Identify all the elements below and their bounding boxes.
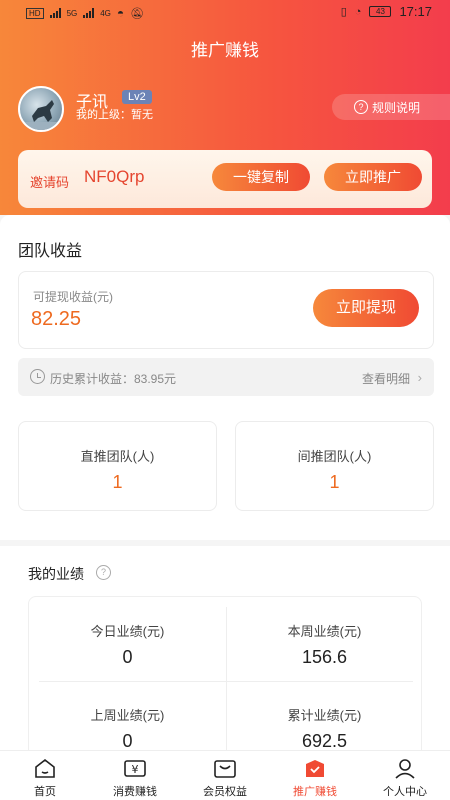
- direct-team-label: 直推团队(人): [80, 449, 155, 464]
- team-earnings-section: 团队收益 可提现收益(元) 82.25 立即提现 历史累计收益：83.95元 查…: [0, 215, 450, 540]
- promote-icon: [306, 760, 324, 777]
- perf-value: 0: [122, 731, 133, 751]
- 5g-label: 5G: [66, 8, 78, 18]
- wifi-icon: ◓: [116, 6, 125, 20]
- home-icon: [35, 758, 55, 778]
- indirect-team-box[interactable]: 间推团队(人) 1: [235, 421, 434, 511]
- this-week-performance: 本周业绩(元) 156.6: [226, 597, 423, 679]
- performance-card: 今日业绩(元) 0 本周业绩(元) 156.6 上周业绩(元) 0 累计业绩(元…: [28, 596, 422, 766]
- status-bar-right: ▯ ◔ 43 17:17: [341, 4, 432, 19]
- invite-card: 邀请码 NF0Qrp 一键复制 立即推广: [18, 150, 432, 208]
- question-icon[interactable]: ?: [96, 565, 111, 580]
- indirect-team-label: 间推团队(人): [297, 449, 372, 464]
- tab-promote-earn[interactable]: 推广赚钱: [270, 751, 360, 800]
- history-earnings-row[interactable]: 历史累计收益：83.95元 查看明细 ›: [18, 358, 434, 396]
- clock-icon: [30, 369, 45, 384]
- withdrawable-amount: 82.25: [31, 308, 82, 330]
- speed-icon: ◔: [354, 5, 362, 18]
- status-bar: HD 5G 4G ◓ 🔕︎ ▯ ◔ 43 17:17: [0, 0, 450, 26]
- withdrawable-label: 可提现收益(元): [33, 290, 113, 304]
- perf-label: 累计业绩(元): [287, 708, 362, 723]
- tab-home-label: 首页: [34, 786, 56, 798]
- 4g-label: 4G: [100, 8, 111, 18]
- today-performance: 今日业绩(元) 0: [29, 597, 226, 679]
- withdraw-card: 可提现收益(元) 82.25 立即提现: [18, 271, 434, 349]
- history-earnings-text: 历史累计收益：83.95元: [50, 372, 177, 386]
- svg-text:¥: ¥: [132, 763, 139, 776]
- avatar[interactable]: [18, 86, 64, 132]
- perf-label: 今日业绩(元): [90, 624, 165, 639]
- perf-label: 本周业绩(元): [287, 624, 362, 639]
- direct-team-value: 1: [112, 472, 123, 492]
- question-icon: ?: [354, 100, 368, 114]
- mute-icon: 🔕︎: [130, 7, 145, 20]
- tab-profile-label: 个人中心: [383, 786, 427, 798]
- team-earnings-title: 团队收益: [18, 243, 83, 260]
- perf-value: 692.5: [301, 731, 348, 751]
- invite-label: 邀请码: [30, 175, 70, 190]
- perf-value: 0: [122, 647, 133, 667]
- view-details-link[interactable]: 查看明细: [362, 370, 410, 387]
- status-bar-left: HD 5G 4G ◓ 🔕︎: [26, 6, 144, 20]
- copy-button[interactable]: 一键复制: [212, 163, 310, 191]
- page-title: 推广赚钱: [191, 41, 259, 60]
- superior-info: 我的上级：暂无: [76, 109, 153, 121]
- direct-team-box[interactable]: 直推团队(人) 1: [18, 421, 217, 511]
- person-icon: [395, 759, 415, 779]
- tab-consume-earn-label: 消费赚钱: [113, 786, 157, 798]
- tab-home[interactable]: 首页: [0, 751, 90, 800]
- battery-icon: 43: [369, 6, 392, 17]
- withdraw-button[interactable]: 立即提现: [313, 289, 419, 327]
- promote-button[interactable]: 立即推广: [324, 163, 422, 191]
- signal-icon: [49, 8, 61, 18]
- rules-button[interactable]: ? 规则说明: [332, 94, 450, 120]
- clock-time: 17:17: [399, 4, 432, 19]
- signal-icon-2: [83, 8, 95, 18]
- performance-section: 我的业绩 ? 今日业绩(元) 0 本周业绩(元) 156.6 上周业绩(元) 0…: [0, 546, 450, 766]
- vibrate-icon: ▯: [340, 6, 347, 18]
- tab-consume-earn[interactable]: ¥ 消费赚钱: [90, 751, 180, 800]
- tab-member-benefits-label: 会员权益: [203, 786, 247, 798]
- performance-title: 我的业绩: [28, 566, 84, 582]
- indirect-team-value: 1: [329, 472, 340, 492]
- horse-photo-icon: [20, 100, 62, 130]
- promotion-header: HD 5G 4G ◓ 🔕︎ ▯ ◔ 43 17:17 推广赚钱 子讯 Lv2 我…: [0, 0, 450, 215]
- bottom-tab-bar: 首页 ¥ 消费赚钱 会员权益 推广赚钱 个人中心: [0, 750, 450, 800]
- perf-label: 上周业绩(元): [90, 708, 165, 723]
- rules-label: 规则说明: [372, 100, 421, 115]
- tab-member-benefits[interactable]: 会员权益: [180, 751, 270, 800]
- level-badge: Lv2: [122, 90, 152, 104]
- perf-value: 156.6: [301, 647, 348, 667]
- hd-badge: HD: [26, 7, 44, 19]
- chevron-right-icon: ›: [417, 370, 422, 385]
- tab-profile[interactable]: 个人中心: [360, 751, 450, 800]
- tab-promote-earn-label: 推广赚钱: [293, 786, 337, 798]
- gift-box-icon: [214, 760, 236, 778]
- yen-ticket-icon: ¥: [124, 760, 146, 777]
- invite-code: NF0Qrp: [84, 167, 145, 186]
